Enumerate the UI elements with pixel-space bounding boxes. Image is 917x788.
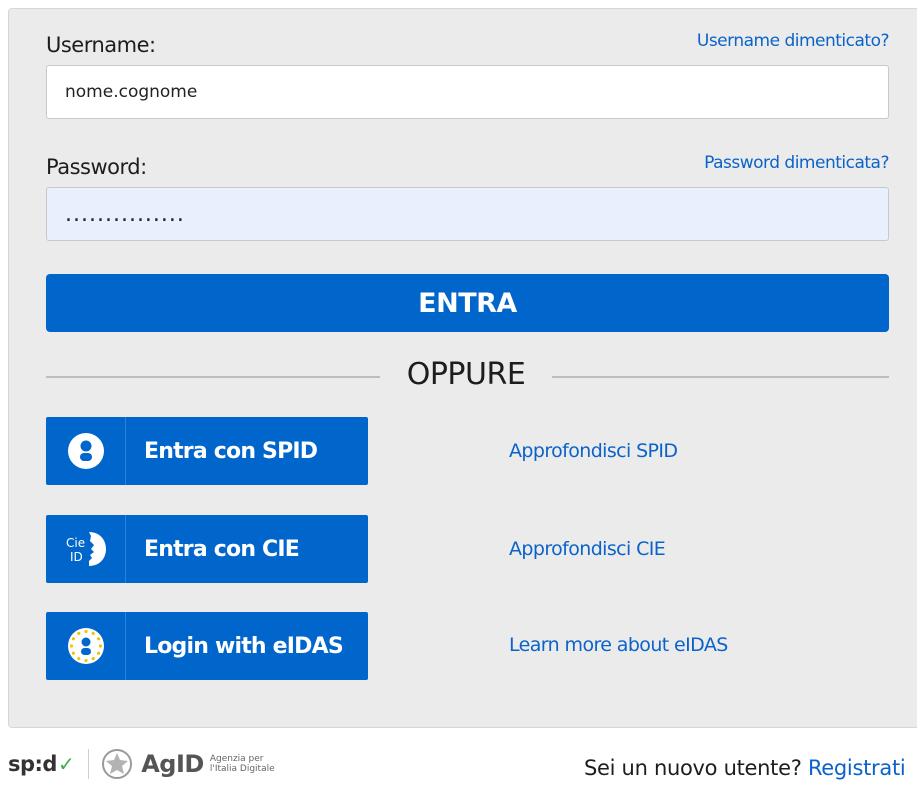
spid-logo: sp:d✓ [8,752,75,776]
agid-logo: AgID [141,750,204,778]
footer-logos: sp:d✓ AgID Agenzia per l'Italia Digitale [8,748,275,780]
username-input[interactable] [46,65,889,119]
username-label: Username: [46,33,156,57]
register-link[interactable]: Registrati [808,756,906,780]
register-prompt: Sei un nuovo utente? Registrati [584,756,906,780]
spid-login-label: Entra con SPID [144,438,318,464]
spid-more-link[interactable]: Approfondisci SPID [509,440,678,462]
eidas-eu-icon [46,612,126,680]
spid-check-icon: ✓ [57,752,75,776]
cie-id-icon: Cie ID [46,515,126,583]
logo-divider [88,749,90,779]
eidas-more-link[interactable]: Learn more about eIDAS [509,634,728,656]
password-label: Password: [46,155,147,179]
cie-more-link[interactable]: Approfondisci CIE [509,538,666,560]
username-forgot-link[interactable]: Username dimenticato? [697,31,890,51]
cie-icon-text-1: Cie [66,536,85,550]
password-forgot-link[interactable]: Password dimenticata? [704,153,889,173]
cie-login-label: Entra con CIE [144,536,300,562]
eidas-login-label: Login with eIDAS [144,633,344,659]
separator-line-left [46,376,380,378]
password-input[interactable] [46,187,889,241]
cie-icon-text-2: ID [70,550,83,564]
cie-login-button[interactable]: Cie ID Entra con CIE [46,515,368,583]
agid-subtitle: Agenzia per l'Italia Digitale [209,754,275,774]
spid-login-button[interactable]: Entra con SPID [46,417,368,485]
spid-user-icon [46,417,126,485]
separator-label: OPPURE [406,357,526,392]
agid-emblem-icon [102,749,133,779]
entra-button[interactable]: ENTRA [46,274,889,332]
eidas-login-button[interactable]: Login with eIDAS [46,612,368,680]
separator-line-right [552,376,889,378]
